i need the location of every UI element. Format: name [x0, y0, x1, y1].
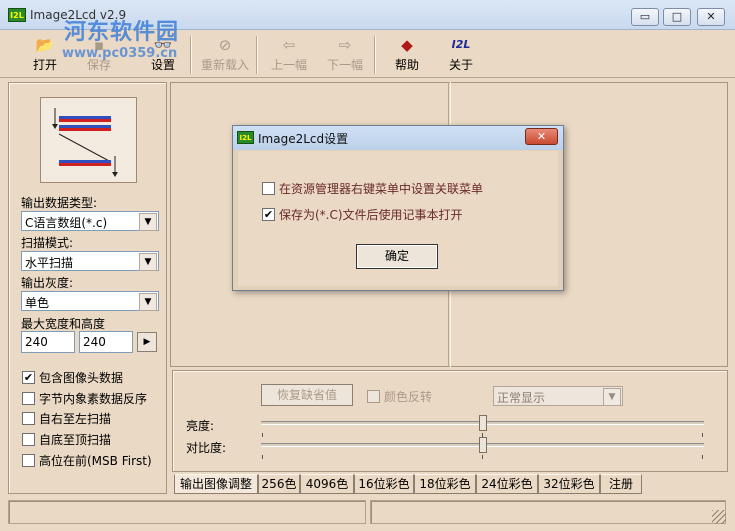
option-label: 高位在前(MSB First): [39, 454, 152, 468]
close-icon: ✕: [536, 130, 547, 143]
reload-icon: ⊘: [218, 36, 232, 54]
tab-18bit-color[interactable]: 18位彩色: [414, 474, 476, 494]
scan-mode-label: 扫描模式:: [21, 236, 74, 250]
help-book-icon: ◆: [401, 36, 413, 54]
status-cell-left: [8, 500, 366, 524]
output-type-label: 输出数据类型:: [21, 196, 98, 210]
display-mode-value: 正常显示: [497, 391, 546, 405]
context-menu-option-label: 在资源管理器右键菜单中设置关联菜单: [279, 182, 484, 196]
toolbar-separator: [256, 36, 258, 74]
next-image-button[interactable]: ⇨ 下一幅: [318, 36, 372, 76]
slider-tick: [702, 433, 703, 437]
dialog-close-button[interactable]: ✕: [525, 128, 558, 145]
restore-defaults-button[interactable]: 恢复缺省值: [261, 384, 353, 406]
ok-button[interactable]: 确定: [356, 244, 438, 269]
open-folder-icon: 📂: [35, 36, 55, 54]
tab-4096-color[interactable]: 4096色: [300, 474, 354, 494]
checkbox-open-notepad[interactable]: ✔: [262, 208, 275, 221]
brightness-label: 亮度:: [186, 419, 215, 433]
checkbox-reverse-bytes[interactable]: [22, 392, 35, 405]
help-button[interactable]: ◆ 帮助: [380, 36, 434, 76]
checkbox-include-header[interactable]: ✔: [22, 371, 35, 384]
chevron-down-icon[interactable]: ▼: [139, 213, 157, 231]
checkbox-invert-color[interactable]: [367, 390, 380, 403]
resize-grip-icon[interactable]: [712, 510, 726, 524]
scan-mode-value: 水平扫描: [25, 256, 74, 270]
status-cell-right: [370, 500, 726, 524]
about-label: 关于: [448, 58, 473, 72]
output-type-value: C语言数组(*.c): [25, 216, 108, 230]
height-input[interactable]: 240: [79, 331, 133, 353]
watermark-url: www.pc0359.cn: [62, 46, 178, 61]
app-icon: I2L: [8, 8, 26, 22]
prev-image-button[interactable]: ⇦ 上一幅: [262, 36, 316, 76]
checkbox-bottom-to-top[interactable]: [22, 433, 35, 446]
gray-level-select[interactable]: 单色 ▼: [21, 291, 159, 311]
close-window-button[interactable]: ✕: [697, 8, 725, 26]
max-size-label: 最大宽度和高度: [21, 317, 106, 331]
scan-direction-illustration: [52, 108, 118, 177]
chevron-down-icon[interactable]: ▼: [603, 388, 621, 406]
option-label: 自底至顶扫描: [39, 433, 112, 447]
output-type-select[interactable]: C语言数组(*.c) ▼: [21, 211, 159, 231]
watermark-text: 河东软件园: [64, 19, 180, 45]
prev-label: 上一幅: [270, 58, 307, 72]
scan-preview-image: [40, 97, 137, 183]
slider-tick: [262, 433, 263, 437]
invert-color-label: 颜色反转: [384, 390, 433, 404]
reload-label: 重新载入: [200, 58, 249, 72]
checkbox-right-to-left[interactable]: [22, 412, 35, 425]
checkbox-msb-first[interactable]: [22, 454, 35, 467]
gray-level-label: 输出灰度:: [21, 276, 74, 290]
tab-register[interactable]: 注册: [600, 474, 642, 494]
width-input[interactable]: 240: [21, 331, 75, 353]
contrast-slider-thumb[interactable]: [478, 437, 487, 453]
toolbar-separator: [190, 36, 192, 74]
about-button[interactable]: I2L 关于: [434, 36, 488, 76]
chevron-down-icon[interactable]: ▼: [139, 253, 157, 271]
option-label: 包含图像头数据: [39, 371, 124, 385]
open-notepad-option-label: 保存为(*.C)文件后使用记事本打开: [279, 208, 463, 222]
contrast-label: 对比度:: [186, 441, 227, 455]
help-label: 帮助: [394, 58, 419, 72]
dialog-title: Image2Lcd设置: [258, 132, 349, 146]
options-list: ✔ 包含图像头数据 字节内象素数据反序 自右至左扫描 自底至顶扫描 高位在前(M…: [21, 369, 171, 489]
brightness-slider-thumb[interactable]: [478, 415, 487, 431]
dialog-app-icon: I2L: [237, 131, 254, 144]
checkbox-context-menu[interactable]: [262, 182, 275, 195]
slider-tick: [482, 455, 483, 459]
option-label: 字节内象素数据反序: [39, 392, 148, 406]
slider-tick: [262, 455, 263, 459]
tab-output-adjust[interactable]: 输出图像调整: [174, 474, 258, 494]
scan-mode-select[interactable]: 水平扫描 ▼: [21, 251, 159, 271]
reload-button[interactable]: ⊘ 重新载入: [198, 36, 252, 76]
next-label: 下一幅: [326, 58, 363, 72]
tab-256-color[interactable]: 256色: [258, 474, 300, 494]
slider-tick: [702, 455, 703, 459]
toolbar-separator: [374, 36, 376, 74]
chevron-down-icon[interactable]: ▼: [139, 293, 157, 311]
tab-24bit-color[interactable]: 24位彩色: [476, 474, 538, 494]
tab-32bit-color[interactable]: 32位彩色: [538, 474, 600, 494]
gray-level-value: 单色: [25, 296, 50, 310]
apply-size-button[interactable]: ▶: [137, 332, 157, 352]
arrow-left-icon: ⇦: [282, 36, 296, 54]
maximize-button[interactable]: □: [663, 8, 691, 26]
display-mode-select[interactable]: 正常显示 ▼: [493, 386, 623, 406]
minimize-button[interactable]: ▭: [631, 8, 659, 26]
play-arrow-icon: ▶: [143, 337, 151, 347]
tab-16bit-color[interactable]: 16位彩色: [354, 474, 414, 494]
arrow-right-icon: ⇨: [338, 36, 352, 54]
option-label: 自右至左扫描: [39, 412, 112, 426]
about-i2l-icon: I2L: [451, 38, 471, 51]
